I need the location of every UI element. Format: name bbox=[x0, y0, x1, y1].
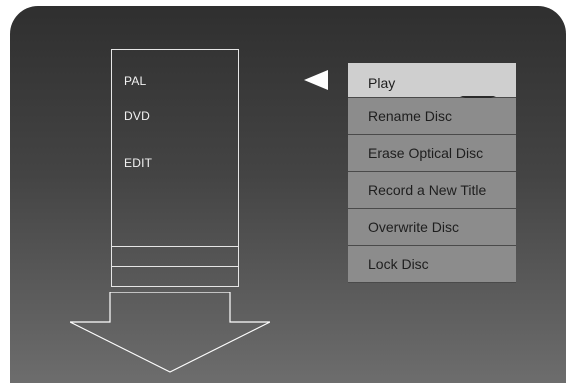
menu-item-label: Erase Optical Disc bbox=[368, 145, 484, 161]
menu-item-rename-disc[interactable]: Rename Disc bbox=[348, 98, 516, 135]
disc-format-label: PAL bbox=[124, 74, 147, 88]
menu-item-label: Lock Disc bbox=[368, 256, 429, 272]
menu-item-play[interactable]: Play bbox=[348, 63, 516, 103]
menu-item-label: Rename Disc bbox=[368, 108, 453, 124]
disc-info-panel: PAL DVD EDIT bbox=[111, 49, 239, 287]
disc-menu: Play Rename Disc Erase Optical Disc Reco… bbox=[348, 63, 516, 283]
menu-item-label: Play bbox=[368, 75, 396, 91]
menu-item-label: Record a New Title bbox=[368, 182, 487, 198]
disc-mode-label: EDIT bbox=[124, 156, 153, 170]
disc-panel-divider bbox=[112, 266, 238, 267]
dvd-menu-screen: PAL DVD EDIT Play Rename Disc Erase Opti… bbox=[10, 6, 566, 383]
disc-type-label: DVD bbox=[124, 109, 150, 123]
menu-item-erase-optical-disc[interactable]: Erase Optical Disc bbox=[348, 135, 516, 172]
menu-item-overwrite-disc[interactable]: Overwrite Disc bbox=[348, 209, 516, 246]
menu-item-label: Overwrite Disc bbox=[368, 219, 460, 235]
menu-item-lock-disc[interactable]: Lock Disc bbox=[348, 246, 516, 283]
menu-item-record-new-title[interactable]: Record a New Title bbox=[348, 172, 516, 209]
triangle-left-icon bbox=[304, 70, 328, 90]
down-arrow-icon bbox=[70, 292, 270, 373]
disc-panel-divider bbox=[112, 246, 238, 247]
